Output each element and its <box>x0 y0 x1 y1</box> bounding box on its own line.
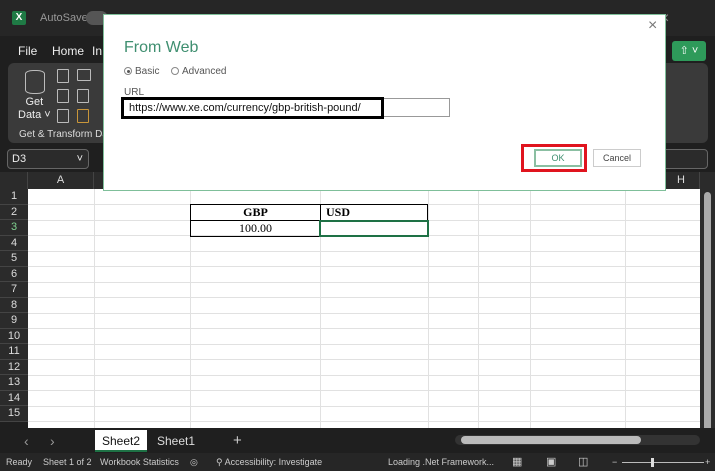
url-input[interactable]: https://www.xe.com/currency/gbp-british-… <box>121 97 384 119</box>
group-label: Get & Transform Data <box>19 129 117 140</box>
gridline <box>625 189 626 428</box>
row-header-13[interactable]: 13 <box>0 375 28 391</box>
radio-advanced[interactable]: Advanced <box>171 66 226 77</box>
gridline <box>478 189 479 428</box>
gridline <box>28 250 700 252</box>
row-header-15[interactable]: 15 <box>0 406 28 422</box>
row-header-10[interactable]: 10 <box>0 328 28 344</box>
gridline <box>28 281 700 283</box>
row-header-12[interactable]: 12 <box>0 359 28 375</box>
row-header-5[interactable]: 5 <box>0 251 28 267</box>
existing-connections-icon[interactable] <box>57 109 69 123</box>
radio-basic[interactable]: Basic <box>124 66 159 77</box>
row-header-7[interactable]: 7 <box>0 282 28 298</box>
autosave-label: AutoSave <box>40 12 88 24</box>
workbook-statistics[interactable]: Workbook Statistics <box>100 457 179 467</box>
chevron-down-icon[interactable]: ˅ <box>77 153 83 165</box>
gridline <box>28 405 700 407</box>
dialog-title: From Web <box>124 39 199 56</box>
accessibility-icon: ⚲ <box>216 457 225 467</box>
row-header-3[interactable]: 3 <box>0 220 28 236</box>
gridline <box>28 328 700 329</box>
row-header-8[interactable]: 8 <box>0 297 28 313</box>
radio-advanced-label: Advanced <box>182 66 227 77</box>
tab-sheet1[interactable]: Sheet1 <box>150 430 202 452</box>
select-all[interactable] <box>0 172 28 189</box>
status-sheet: Sheet 1 of 2 <box>43 457 92 467</box>
next-sheet-icon[interactable]: › <box>50 433 55 449</box>
macro-icon[interactable]: ◎ <box>190 457 198 468</box>
gridline <box>28 421 700 422</box>
radio-selected-icon <box>124 67 132 75</box>
page-break-icon[interactable]: ◫ <box>578 455 588 468</box>
cell-d2[interactable]: USD <box>320 204 428 221</box>
add-sheet-button[interactable]: + <box>233 432 242 449</box>
gridline <box>28 374 700 376</box>
normal-view-icon[interactable]: ▦ <box>512 455 522 468</box>
get-data-dropdown-label: Data ˅ <box>18 109 51 121</box>
row-header-1[interactable]: 1 <box>0 189 28 205</box>
menu-home[interactable]: Home <box>52 44 84 58</box>
zoom-slider[interactable] <box>622 462 704 463</box>
tab-sheet2[interactable]: Sheet2 <box>95 430 148 452</box>
gridline <box>28 266 700 267</box>
gridline <box>28 343 700 345</box>
name-box-value: D3 <box>12 153 27 165</box>
zoom-out-button[interactable]: − <box>612 457 617 467</box>
prev-sheet-icon[interactable]: ‹ <box>24 433 29 449</box>
page-layout-icon[interactable]: ▣ <box>546 455 556 468</box>
dialog-close-icon[interactable]: × <box>648 17 657 35</box>
cell-c3[interactable]: 100.00 <box>190 220 321 237</box>
gridline <box>28 312 700 314</box>
from-web-dialog: × From Web Basic Advanced URL https://ww… <box>103 14 666 191</box>
from-web-icon[interactable] <box>77 69 91 81</box>
zoom-slider-thumb[interactable] <box>651 458 654 467</box>
zoom-in-button[interactable]: + <box>705 457 710 467</box>
cell-c2[interactable]: GBP <box>190 204 321 221</box>
gridline <box>28 359 700 360</box>
from-text-icon[interactable] <box>57 69 69 83</box>
row-header-14[interactable]: 14 <box>0 390 28 406</box>
gridline <box>28 297 700 298</box>
recent-sources-icon[interactable] <box>77 89 89 103</box>
gridline <box>94 189 95 428</box>
gridline <box>530 189 531 428</box>
row-header-2[interactable]: 2 <box>0 204 28 220</box>
accessibility-label: Accessibility: Investigate <box>224 457 323 467</box>
radio-basic-label: Basic <box>135 66 160 77</box>
name-box[interactable]: D3 ˅ <box>7 149 89 169</box>
column-header-a[interactable]: A <box>28 172 94 189</box>
database-icon <box>25 70 45 94</box>
status-bar: Ready Sheet 1 of 2 Workbook Statistics ◎… <box>0 453 715 471</box>
scroll-thumb[interactable] <box>704 192 711 432</box>
row-header-9[interactable]: 9 <box>0 313 28 329</box>
scroll-thumb[interactable] <box>461 436 641 444</box>
excel-logo-icon: X <box>12 11 26 25</box>
ok-button[interactable]: OK <box>534 149 582 167</box>
locked-source-icon[interactable] <box>77 109 89 123</box>
get-data-button[interactable]: Get Data ˅ <box>18 96 51 122</box>
menu-insert[interactable]: In <box>92 44 102 58</box>
gridline <box>28 390 700 391</box>
cancel-button[interactable]: Cancel <box>593 149 641 167</box>
row-header-4[interactable]: 4 <box>0 235 28 251</box>
row-header-11[interactable]: 11 <box>0 344 28 360</box>
radio-unselected-icon <box>171 67 179 75</box>
from-table-icon[interactable] <box>57 89 69 103</box>
vertical-scrollbar[interactable] <box>700 172 715 432</box>
menu-file[interactable]: File <box>18 44 37 58</box>
status-ready: Ready <box>6 457 33 467</box>
cell-d3-selected[interactable] <box>319 220 429 237</box>
get-data-label: Get <box>25 96 44 108</box>
accessibility-button[interactable]: ⚲ Accessibility: Investigate <box>216 457 322 468</box>
share-button[interactable]: ⇧ ˅ <box>672 41 706 61</box>
loading-status: Loading .Net Framework... <box>388 457 495 467</box>
horizontal-scrollbar[interactable] <box>455 435 700 445</box>
row-header-6[interactable]: 6 <box>0 266 28 282</box>
